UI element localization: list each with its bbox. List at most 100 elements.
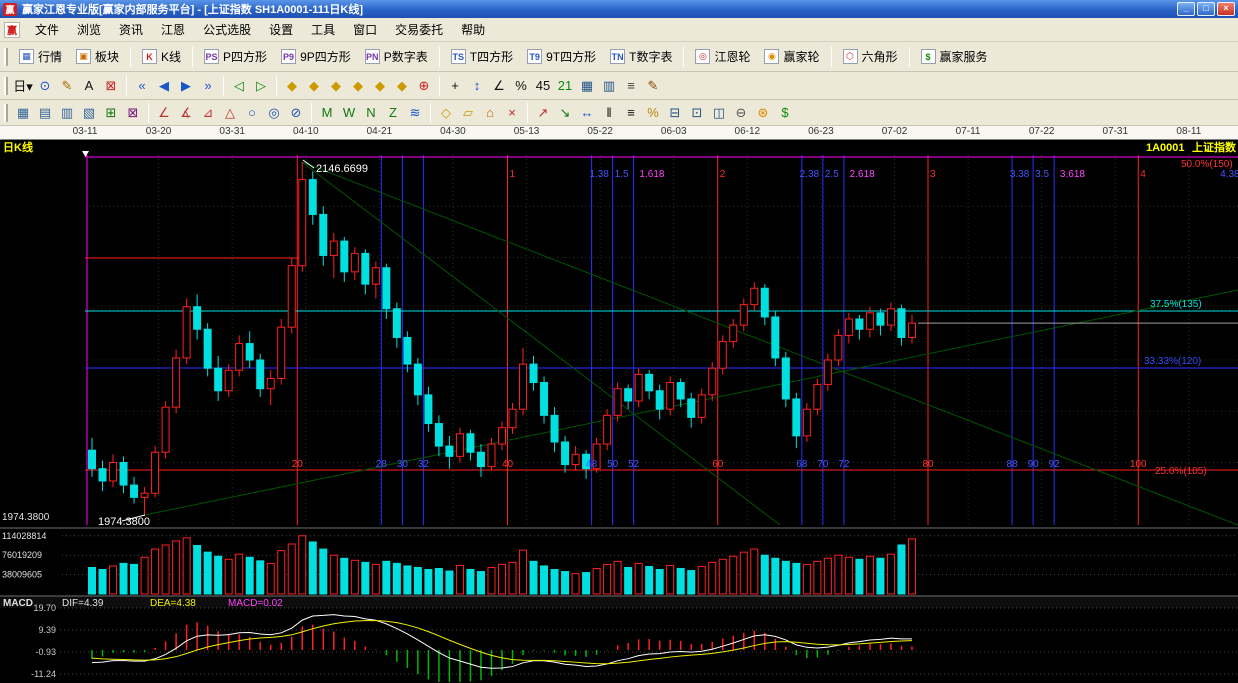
menu-item-browse[interactable]: 浏览 (68, 18, 110, 41)
triangle-tool-icon[interactable]: △ (219, 102, 241, 123)
last-screen-button-icon[interactable]: » (197, 75, 219, 96)
cross-grid-tool-icon[interactable]: ⊞ (100, 102, 122, 123)
horizontal-range-tool-icon[interactable]: ↔ (576, 102, 598, 123)
triple-lines-tool-icon[interactable]: ≡ (620, 102, 642, 123)
zigzag-tool-icon[interactable]: Z (382, 102, 404, 123)
zoom-in-button-icon[interactable]: ▷ (250, 75, 272, 96)
gann-diamond-tool-6-icon[interactable]: ◆ (391, 75, 413, 96)
wave-lines-tool-icon[interactable]: ≋ (404, 102, 426, 123)
gann-diamond-tool-1-icon[interactable]: ◆ (281, 75, 303, 96)
diamond-outline-tool-icon[interactable]: ◇ (435, 102, 457, 123)
toolbar-button-hexagon[interactable]: ⬡ 六角形 (836, 45, 905, 68)
first-screen-button-icon[interactable]: « (131, 75, 153, 96)
wave-n-tool-icon[interactable]: N (360, 102, 382, 123)
menu-item-tools[interactable]: 工具 (302, 18, 344, 41)
toolbar-grip[interactable] (4, 76, 8, 95)
horizontal-lines-tool-icon[interactable]: ▤ (34, 102, 56, 123)
toolbar-button-t-square[interactable]: TS T四方形 (444, 45, 520, 68)
prev-screen-button-icon[interactable]: ◀ (153, 75, 175, 96)
gann-diamond-tool-4-icon[interactable]: ◆ (347, 75, 369, 96)
toolbar-button-p-number-table[interactable]: PN P数字表 (358, 45, 435, 68)
wave-w-tool-icon[interactable]: W (338, 102, 360, 123)
trend-down-tool-icon[interactable]: ↘ (554, 102, 576, 123)
erase-tool-icon[interactable]: ⊠ (100, 75, 122, 96)
cursor-cross-tool-icon[interactable]: + (444, 75, 466, 96)
toolbar-button-gann-wheel[interactable]: ◎ 江恩轮 (688, 45, 757, 68)
zoom-out-button-icon[interactable]: ◁ (228, 75, 250, 96)
toolbar-button-t-number-table[interactable]: TN T数字表 (603, 45, 679, 68)
gann-day-label: 20 (292, 459, 304, 470)
toolbar-button-winner-wheel[interactable]: ◉ 赢家轮 (757, 45, 826, 68)
macd-axis-label: 19.70 (33, 603, 56, 613)
angle-45-tool-icon[interactable]: 45 (532, 75, 554, 96)
list-tool-icon[interactable]: ≡ (620, 75, 642, 96)
winner-service-icon: $ (920, 49, 936, 64)
arc-angle-tool-icon[interactable]: ∡ (175, 102, 197, 123)
gann-grid-tool-icon[interactable]: ▦ (12, 102, 34, 123)
minimize-button[interactable]: _ (1177, 2, 1195, 16)
gann-diamond-tool-5-icon[interactable]: ◆ (369, 75, 391, 96)
trend-up-tool-icon[interactable]: ↗ (532, 102, 554, 123)
service-small-tool-icon[interactable]: $ (774, 102, 796, 123)
parallelogram-tool-icon[interactable]: ▱ (457, 102, 479, 123)
maximize-button[interactable]: □ (1197, 2, 1215, 16)
macd-axis-label: 9.39 (38, 625, 56, 635)
vertical-measure-tool-icon[interactable]: ↕ (466, 75, 488, 96)
toolbar-button-market-quotes[interactable]: ▦ 行情 (12, 45, 69, 68)
x-box-tool-icon[interactable]: ⊠ (122, 102, 144, 123)
gann-diamond-tool-2-icon[interactable]: ◆ (303, 75, 325, 96)
menu-item-news[interactable]: 资讯 (110, 18, 152, 41)
gann-angle-tool-icon[interactable]: ∠ (153, 102, 175, 123)
menu-item-gann[interactable]: 江恩 (152, 18, 194, 41)
toolbar-button-p-square[interactable]: PS P四方形 (197, 45, 274, 68)
angle-tool-icon[interactable]: ∠ (488, 75, 510, 96)
pencil-tool-icon[interactable]: ✎ (56, 75, 78, 96)
toolbar-button-sectors[interactable]: ▣ 板块 (69, 45, 126, 68)
kline-chart[interactable]: 114028814 76019209 38009605 MACD DIF=4.39 DEA… (0, 140, 1238, 683)
vertical-lines-tool-icon[interactable]: ▥ (56, 102, 78, 123)
crosshair-tool-icon[interactable]: ⊕ (413, 75, 435, 96)
toolbar-button-9t-square[interactable]: T9 9T四方形 (520, 45, 603, 68)
dot-box-tool-icon[interactable]: ⊡ (686, 102, 708, 123)
horizontal-split-tool-icon[interactable]: ⊟ (664, 102, 686, 123)
menu-item-settings[interactable]: 设置 (260, 18, 302, 41)
menu-item-formula-stock-picker[interactable]: 公式选股 (194, 18, 260, 41)
wheel-small-tool-icon[interactable]: ⊛ (752, 102, 774, 123)
wave-m-tool-icon[interactable]: M (316, 102, 338, 123)
period-day-selector-icon[interactable]: 日▾ (12, 75, 34, 96)
concentric-circle-tool-icon[interactable]: ◎ (263, 102, 285, 123)
gann-ratio-label: 3.5 (1035, 169, 1049, 180)
fibonacci-percent-tool-icon[interactable]: % (642, 102, 664, 123)
square-grid-tool-icon[interactable]: ▦ (576, 75, 598, 96)
pentagon-tool-icon[interactable]: ⌂ (479, 102, 501, 123)
compass-tool-icon[interactable]: ⊙ (34, 75, 56, 96)
toolbar-grip[interactable] (4, 47, 8, 66)
delete-shape-tool-icon[interactable]: × (501, 102, 523, 123)
toolbar-grip[interactable] (4, 103, 8, 122)
p-square-icon: PS (204, 49, 220, 64)
kline-icon: K (142, 49, 158, 64)
circle-tool-icon[interactable]: ○ (241, 102, 263, 123)
toolbar-button-winner-service[interactable]: $ 赢家服务 (914, 45, 995, 68)
menu-item-file[interactable]: 文件 (26, 18, 68, 41)
toolbar-button-kline[interactable]: K K线 (135, 45, 188, 68)
diagonal-grid-tool-icon[interactable]: ▧ (78, 102, 100, 123)
text-tool-icon[interactable]: A (78, 75, 100, 96)
menu-item-help[interactable]: 帮助 (452, 18, 494, 41)
gann-diamond-tool-3-icon[interactable]: ◆ (325, 75, 347, 96)
gann-wheel-icon: ◎ (695, 49, 711, 64)
toolbar-button-9p-square[interactable]: P9 9P四方形 (274, 45, 358, 68)
percent-tool-icon[interactable]: % (510, 75, 532, 96)
minus-circle-tool-icon[interactable]: ⊖ (730, 102, 752, 123)
slash-circle-tool-icon[interactable]: ⊘ (285, 102, 307, 123)
edit-tool-icon[interactable]: ✎ (642, 75, 664, 96)
number-21-tool-icon[interactable]: 21 (554, 75, 576, 96)
parallel-lines-tool-icon[interactable]: ‖ (598, 102, 620, 123)
next-screen-button-icon[interactable]: ▶ (175, 75, 197, 96)
menu-item-window[interactable]: 窗口 (344, 18, 386, 41)
vertical-grid-tool-icon[interactable]: ▥ (598, 75, 620, 96)
vertical-split-tool-icon[interactable]: ◫ (708, 102, 730, 123)
menu-item-trade-order[interactable]: 交易委托 (386, 18, 452, 41)
close-button[interactable]: × (1217, 2, 1235, 16)
right-triangle-tool-icon[interactable]: ⊿ (197, 102, 219, 123)
